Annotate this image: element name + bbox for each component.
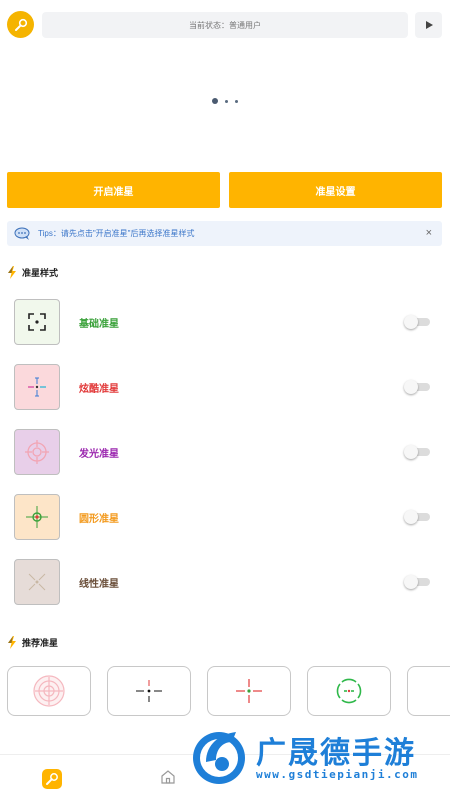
watermark-title: 广晟德手游	[256, 736, 416, 771]
carousel-indicator[interactable]	[0, 98, 450, 104]
tips-text: Tips：请先点击"开启准星"后再选择准星样式	[38, 229, 195, 238]
carousel-dot-1[interactable]	[212, 98, 218, 104]
style-row-circle[interactable]: 圆形准星	[0, 494, 450, 544]
blue-dot-crosshair-icon	[432, 674, 450, 708]
wrench-tab-icon	[42, 769, 62, 789]
lightning-icon	[7, 636, 17, 649]
close-icon[interactable]: ×	[426, 227, 432, 239]
linear-crosshair-icon	[14, 559, 60, 605]
crosshair-settings-button[interactable]: 准星设置	[229, 172, 442, 208]
style-row-basic[interactable]: 基础准星	[0, 299, 450, 349]
glow-crosshair-icon	[14, 429, 60, 475]
style-label-linear: 线性准星	[79, 579, 119, 590]
home-icon	[161, 770, 175, 784]
circle-crosshair-icon	[14, 494, 60, 540]
tab-home[interactable]	[160, 769, 176, 785]
style-label-cool: 炫酷准星	[79, 384, 119, 395]
red-cross-crosshair-icon	[236, 679, 262, 703]
styles-section-title: 准星样式	[7, 266, 58, 279]
recommend-card-2[interactable]	[107, 666, 191, 716]
style-toggle-basic[interactable]	[404, 315, 430, 329]
green-circle-crosshair-icon	[336, 678, 362, 704]
site-watermark: 广晟德手游 www.gsdtiepianji.com	[186, 722, 450, 788]
wrench-icon[interactable]	[7, 11, 34, 38]
recommend-section-title: 推荐准星	[7, 636, 58, 649]
style-row-cool[interactable]: 炫酷准星	[0, 364, 450, 414]
styles-section-label: 准星样式	[22, 268, 59, 278]
tab-tools[interactable]	[42, 769, 62, 789]
style-toggle-linear[interactable]	[404, 575, 430, 589]
start-crosshair-button[interactable]: 开启准星	[7, 172, 220, 208]
top-bar: 当前状态：普通用户	[0, 0, 450, 50]
watermark-url: www.gsdtiepianji.com	[256, 768, 419, 781]
recommend-card-3[interactable]	[207, 666, 291, 716]
recommend-section-label: 推荐准星	[22, 638, 59, 648]
style-label-basic: 基础准星	[79, 319, 119, 330]
lightning-icon	[7, 266, 17, 279]
carousel-dot-2[interactable]	[225, 99, 228, 103]
recommend-card-1[interactable]	[7, 666, 91, 716]
play-icon	[425, 21, 433, 29]
recommend-card-4[interactable]	[307, 666, 391, 716]
pink-ring-crosshair-icon	[33, 675, 65, 707]
style-toggle-cool[interactable]	[404, 380, 430, 394]
style-row-glow[interactable]: 发光准星	[0, 429, 450, 479]
play-button[interactable]	[415, 12, 442, 38]
style-toggle-glow[interactable]	[404, 445, 430, 459]
style-label-glow: 发光准星	[79, 449, 119, 460]
status-display: 当前状态：普通用户	[42, 12, 408, 38]
carousel-dot-3[interactable]	[235, 99, 238, 103]
black-cross-crosshair-icon	[136, 680, 162, 702]
tips-bar: Tips：请先点击"开启准星"后再选择准星样式 ×	[7, 221, 442, 246]
basic-crosshair-icon	[14, 299, 60, 345]
style-label-circle: 圆形准星	[79, 514, 119, 525]
style-toggle-circle[interactable]	[404, 510, 430, 524]
chat-icon	[14, 227, 32, 241]
style-row-linear[interactable]: 线性准星	[0, 559, 450, 609]
watermark-logo-icon	[193, 732, 245, 784]
recommend-card-5[interactable]	[407, 666, 450, 716]
cool-crosshair-icon	[14, 364, 60, 410]
recommend-list	[0, 666, 450, 718]
